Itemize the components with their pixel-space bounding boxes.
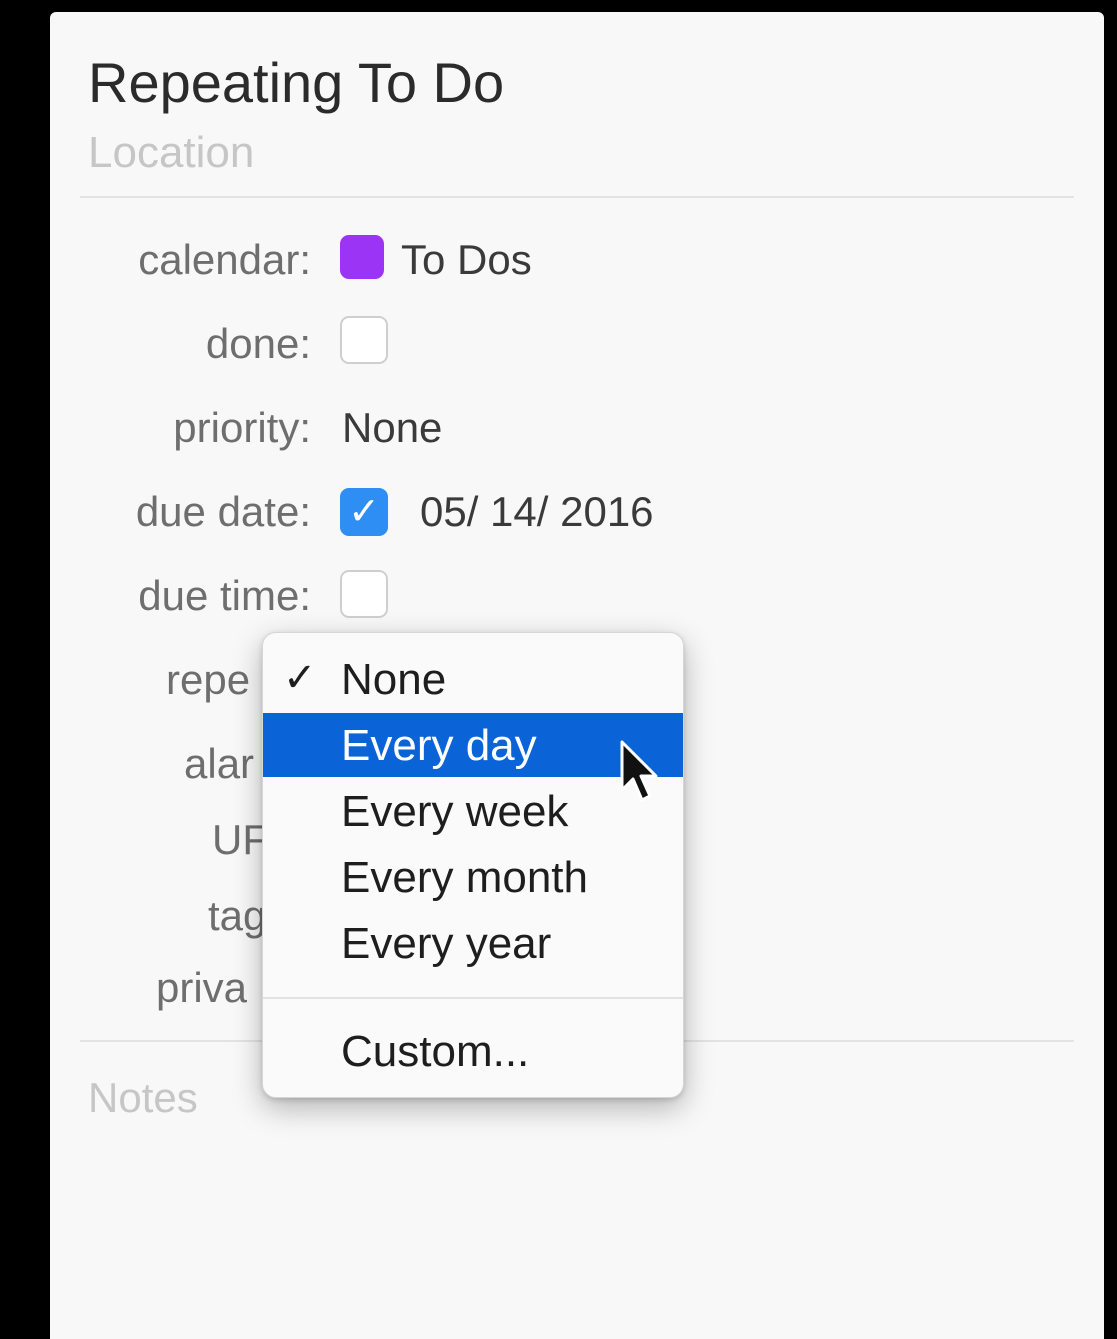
alarm-label: alar	[184, 740, 255, 787]
calendar-color-swatch	[340, 235, 384, 279]
location-field[interactable]: Location	[88, 128, 254, 178]
done-label: done:	[205, 320, 311, 367]
checkmark-icon: ✓	[283, 656, 317, 700]
checkmark-icon: ✓	[348, 491, 380, 533]
menu-item-every-month[interactable]: Every month	[263, 845, 683, 909]
menu-item-label: Every week	[341, 787, 569, 836]
menu-item-label: Every year	[341, 919, 552, 968]
menu-item-label: Every day	[341, 721, 537, 770]
notes-field[interactable]: Notes	[88, 1074, 198, 1122]
due-time-checkbox[interactable]	[340, 570, 388, 618]
menu-item-label: None	[341, 655, 447, 704]
priority-label: priority:	[173, 404, 311, 451]
mouse-pointer-icon	[620, 740, 658, 802]
tags-label: tag	[208, 892, 267, 939]
menu-item-custom[interactable]: Custom...	[263, 1019, 683, 1083]
calendar-label: calendar:	[138, 236, 311, 283]
menu-item-none[interactable]: ✓ None	[263, 647, 683, 711]
private-label: priva	[156, 964, 248, 1011]
due-date-label: due date:	[135, 488, 311, 535]
due-date-checkbox[interactable]: ✓	[340, 488, 388, 536]
header-divider	[80, 196, 1074, 198]
menu-separator	[263, 997, 683, 999]
reminder-title[interactable]: Repeating To Do	[88, 50, 504, 115]
repeat-dropdown-menu: ✓ None Every day Every week Every month …	[262, 632, 684, 1098]
menu-item-label: Every month	[341, 853, 588, 902]
due-time-label: due time:	[138, 572, 311, 619]
repeat-label: repe	[166, 656, 251, 703]
url-label: UF	[212, 816, 268, 863]
priority-value[interactable]: None	[342, 404, 442, 452]
due-date-value[interactable]: 05/ 14/ 2016	[420, 488, 654, 536]
done-checkbox[interactable]	[340, 316, 388, 364]
menu-item-every-year[interactable]: Every year	[263, 911, 683, 975]
calendar-value[interactable]: To Dos	[401, 236, 532, 284]
menu-item-label: Custom...	[341, 1027, 530, 1076]
